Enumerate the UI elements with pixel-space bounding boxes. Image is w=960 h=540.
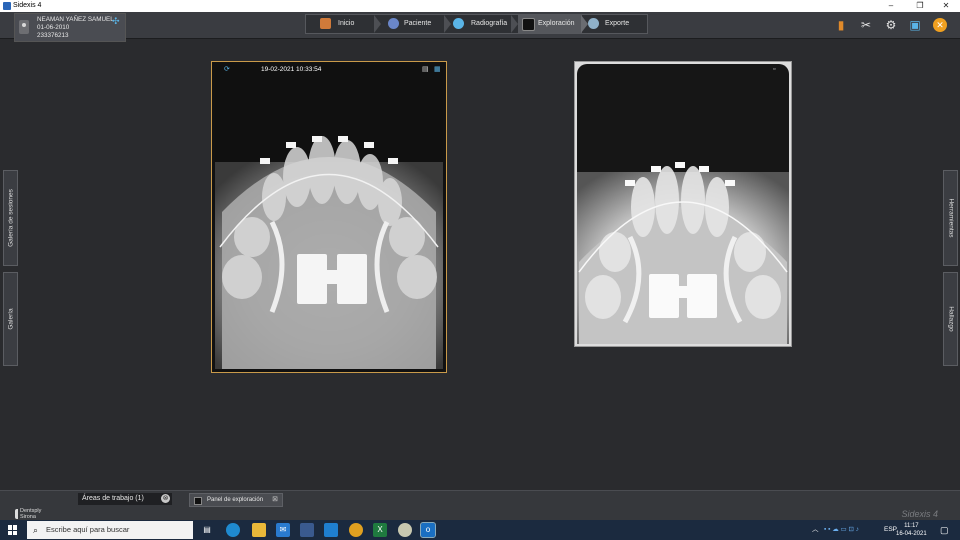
tab-hallazgo[interactable]: Hallazgo — [943, 272, 958, 366]
step-label: Exploración — [538, 20, 575, 27]
patient-icon — [388, 18, 399, 29]
workareas-tab[interactable]: Áreas de trabajo (1) ⊗ — [78, 493, 172, 505]
tab-herramientas[interactable]: Herramientas — [943, 170, 958, 266]
panel-icon — [194, 497, 202, 505]
image-info-icon[interactable]: ▤ — [422, 65, 429, 73]
exploration-icon — [522, 18, 535, 31]
tab-label: Galería — [7, 308, 14, 330]
tools-icon[interactable]: ✂ — [859, 18, 873, 32]
outlook-icon[interactable]: o — [420, 522, 436, 538]
patient-card[interactable]: NEAMAN YAÑEZ SAMUEL 01-06-2010 233376213… — [14, 13, 126, 42]
restore-button[interactable]: ❐ — [906, 0, 934, 12]
workareas-label: Áreas de trabajo (1) — [82, 495, 144, 502]
xray-occlusal-image-2 — [577, 64, 789, 344]
close-window-button[interactable]: ✕ — [932, 0, 960, 12]
monitor-icon[interactable]: ▣ — [908, 18, 922, 32]
chrome-icon[interactable] — [349, 523, 363, 537]
home-icon — [320, 18, 331, 29]
clock-date: 16-04-2021 — [896, 531, 927, 537]
step-exploracion[interactable]: Exploración — [518, 15, 582, 33]
step-radiografia[interactable]: Radiografía — [451, 15, 513, 33]
dentsply-sirona-logo: Dentsply Sirona — [15, 508, 41, 520]
sidexis-app-icon — [3, 2, 11, 10]
windows-taskbar: ⌕ Escribe aquí para buscar ▤ ✉ X o ︿ ▪ ▪… — [0, 520, 960, 540]
xray-occlusal-image — [215, 65, 443, 369]
close-session-icon[interactable]: ✕ — [933, 18, 947, 32]
step-label: Radiografía — [471, 20, 508, 27]
step-paciente[interactable]: Paciente — [382, 15, 446, 33]
step-label: Inicio — [338, 20, 355, 27]
bottom-bar: Dentsply Sirona Áreas de trabajo (1) ⊗ P… — [0, 490, 960, 521]
clock-time: 11:17 — [904, 523, 919, 529]
notifications-icon[interactable]: ▢ — [940, 520, 949, 540]
tab-panel-exploracion[interactable]: Panel de exploración ⊠ — [189, 493, 283, 507]
patient-link-icon[interactable]: ✣ — [112, 16, 120, 27]
image-options-icon[interactable]: ▦ — [434, 65, 441, 73]
tray-app-icons[interactable]: ▪ ▪ ☁ ▭ ⊡ ♪ — [824, 520, 859, 540]
taskbar-clock[interactable]: 11:17 16-04-2021 — [896, 522, 927, 538]
window-title-bar: Sidexis 4 – ❐ ✕ — [0, 0, 960, 12]
step-inicio[interactable]: Inicio — [314, 15, 374, 33]
mail-icon[interactable]: ✉ — [276, 523, 290, 537]
search-placeholder: Escribe aquí para buscar — [46, 525, 130, 534]
xray-image[interactable]: ▫ — [574, 61, 792, 347]
xray-image-selected[interactable]: ⟳ 19-02-2021 10:33:54 ▤ ▦ — [211, 61, 447, 373]
patient-birthdate: 01-06-2010 — [37, 24, 70, 31]
file-explorer-icon[interactable] — [252, 523, 266, 537]
tab-label: Hallazgo — [947, 306, 954, 332]
image-info-icon[interactable]: ▫ — [773, 66, 775, 73]
task-view-icon[interactable]: ▤ — [200, 523, 214, 537]
book-icon[interactable]: ▮ — [834, 18, 848, 32]
xray-scan-icon — [453, 18, 464, 29]
tab-label: Herramientas — [947, 198, 954, 238]
window-title: Sidexis 4 — [13, 2, 42, 9]
windows-start-icon[interactable] — [8, 525, 18, 535]
outlook-small-icon[interactable] — [324, 523, 338, 537]
patient-name: NEAMAN YAÑEZ SAMUEL — [37, 16, 114, 23]
step-label: Paciente — [404, 20, 432, 27]
excel-icon[interactable]: X — [373, 523, 387, 537]
patient-avatar — [19, 20, 29, 34]
taskbar-search-input[interactable]: ⌕ Escribe aquí para buscar — [27, 521, 193, 539]
export-icon — [588, 18, 599, 29]
step-label: Exporte — [605, 20, 630, 27]
sidexis-icon[interactable] — [398, 523, 412, 537]
sync-icon[interactable]: ⟳ — [224, 65, 230, 73]
search-icon: ⌕ — [33, 525, 39, 535]
add-workarea-icon[interactable]: ⊗ — [161, 494, 170, 503]
patient-info: NEAMAN YAÑEZ SAMUEL 01-06-2010 233376213 — [37, 16, 114, 40]
tray-chevron-icon[interactable]: ︿ — [812, 520, 819, 540]
tab-galeria[interactable]: Galería — [3, 272, 18, 366]
edge-icon[interactable] — [226, 523, 240, 537]
image-timestamp: 19-02-2021 10:33:54 — [261, 66, 322, 73]
settings-icon[interactable]: ⚙ — [884, 18, 898, 32]
step-exporte[interactable]: Exporte — [588, 15, 646, 33]
brand-label: Sidexis 4 — [901, 509, 938, 519]
workflow-navbar: Inicio Paciente Radiografía Exploración … — [305, 14, 648, 34]
store-icon[interactable] — [300, 523, 314, 537]
tab-galeria-sesiones[interactable]: Galería de sesiones — [3, 170, 18, 266]
panel-close-icon[interactable]: ⊠ — [272, 494, 278, 506]
tab-label: Galería de sesiones — [7, 189, 14, 247]
minimize-button[interactable]: – — [877, 0, 905, 12]
panel-label: Panel de exploración — [207, 497, 264, 503]
patient-id: 233376213 — [37, 32, 69, 39]
